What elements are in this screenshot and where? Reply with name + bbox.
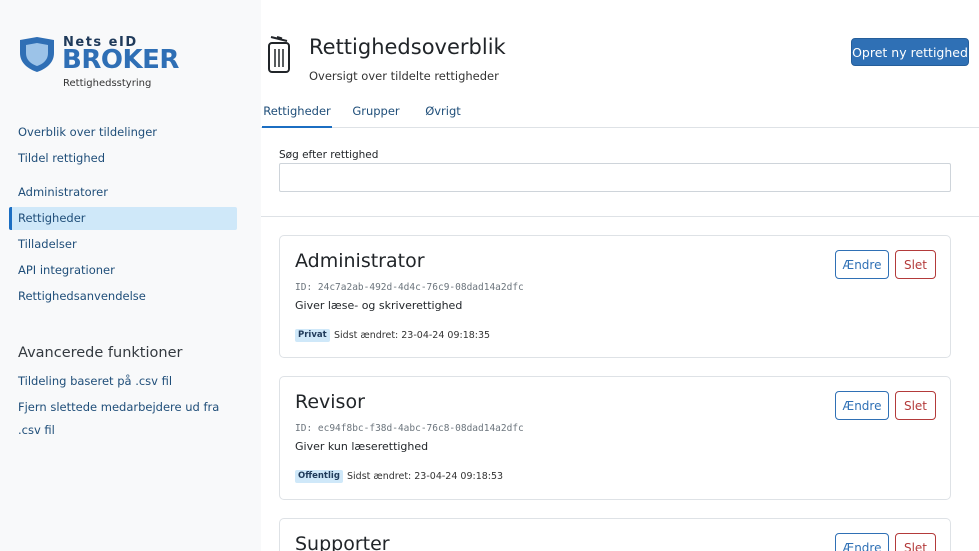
last-modified: Sidst ændret: 23-04-24 09:18:35 [334,330,491,341]
permission-title: Revisor [295,391,365,413]
sidebar-item-permissions[interactable]: Rettigheder [9,207,237,230]
last-modified: Sidst ændret: 23-04-24 09:18:53 [347,471,504,482]
sidebar-item-csv-remove-employees[interactable]: Fjern slettede medarbejdere ud fra .csv … [9,396,237,437]
create-permission-button[interactable]: Opret ny rettighed [851,38,969,66]
logo-broker-text: BROKER [62,45,179,75]
sidebar-item-assign-permission[interactable]: Tildel rettighed [9,147,237,170]
sidebar-item-administrators[interactable]: Administratorer [9,181,237,204]
permission-title: Supporter [295,533,390,551]
permission-description: Giver læse- og skriverettighed [295,299,463,312]
shield-icon [20,37,54,72]
sidebar-item-consents[interactable]: Tilladelser [9,233,237,256]
visibility-badge: Privat [295,329,330,342]
sidebar-group-advanced: Tildeling baseret på .csv fil Fjern slet… [9,370,237,437]
page-subtitle: Oversigt over tildelte rettigheder [309,69,499,83]
permission-card: Revisor ID: ec94f8bc-f38d-4abc-76c8-08da… [279,376,951,500]
delete-button[interactable]: Slet [895,533,936,551]
sidebar-item-api-integrations[interactable]: API integrationer [9,259,237,282]
edit-button[interactable]: Ændre [835,250,889,279]
tab-permissions[interactable]: Rettigheder [262,98,332,128]
sidebar-item-permission-usage[interactable]: Rettighedsanvendelse [9,285,237,308]
visibility-badge: Offentlig [295,470,343,483]
sidebar-item-assignment-overview[interactable]: Overblik over tildelinger [9,121,237,144]
tab-groups[interactable]: Grupper [349,98,403,128]
sidebar-item-csv-assignment[interactable]: Tildeling baseret på .csv fil [9,370,237,393]
permission-card: Supporter Ændre Slet [279,518,951,551]
tab-bar: Rettigheder Grupper Øvrigt [261,98,979,128]
nets-eid-broker-logo[interactable]: Nets eID BROKER Rettighedsstyring [18,34,179,94]
logo-subtitle: Rettighedsstyring [63,78,152,89]
page-title: Rettighedsoverblik [309,35,506,59]
search-label: Søg efter rettighed [279,149,379,161]
search-input[interactable] [279,163,951,192]
tab-other[interactable]: Øvrigt [421,98,465,128]
permission-description: Giver kun læserettighed [295,440,429,453]
sidebar: Nets eID BROKER Rettighedsstyring Overbl… [0,0,261,551]
edit-button[interactable]: Ændre [835,533,889,551]
search-section: Søg efter rettighed [261,128,979,217]
sidebar-group-management: Administratorer Rettigheder Tilladelser … [9,181,237,311]
permission-card: Administrator ID: 24c7a2ab-492d-4d4c-76c… [279,235,951,358]
edit-button[interactable]: Ændre [835,391,889,420]
advanced-functions-heading: Avancerede funktioner [18,345,183,361]
sidebar-group-assignments: Overblik over tildelinger Tildel rettigh… [9,121,237,173]
permission-id: ID: 24c7a2ab-492d-4d4c-76c9-08dad14a2dfc [295,282,524,293]
trash-can-icon [268,36,290,73]
delete-button[interactable]: Slet [895,391,936,420]
delete-button[interactable]: Slet [895,250,936,279]
permission-title: Administrator [295,250,425,272]
permission-id: ID: ec94f8bc-f38d-4abc-76c8-08dad14a2dfc [295,423,524,434]
